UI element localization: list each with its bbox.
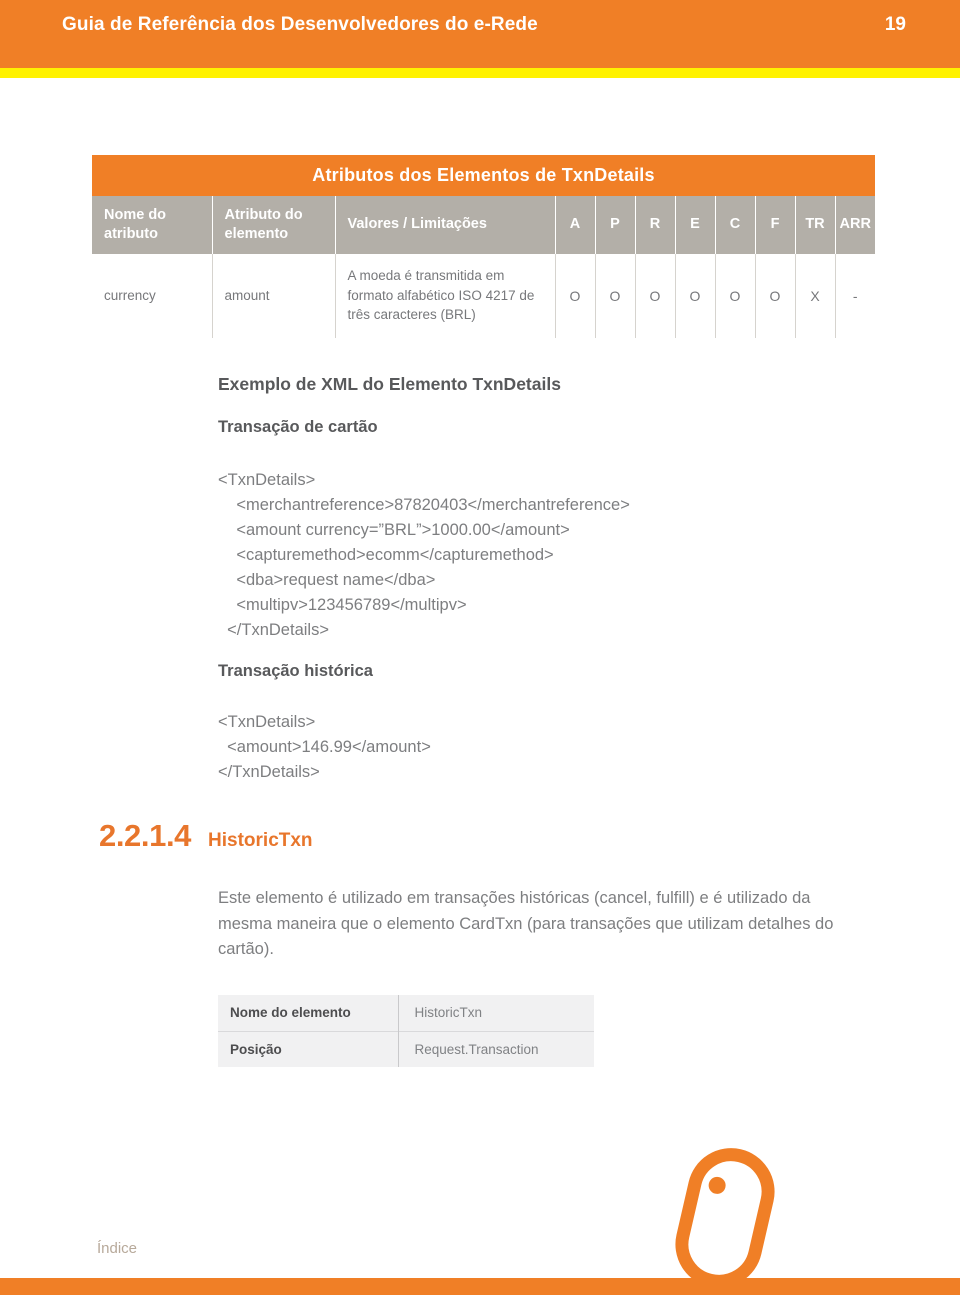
- footer-accent-bar: [0, 1278, 960, 1295]
- cell-tr: X: [795, 253, 836, 338]
- cell-c: O: [715, 253, 756, 338]
- cell-f: O: [755, 253, 796, 338]
- cell-e: O: [675, 253, 716, 338]
- column-header-nome-do-atributo: Nome do atributo: [92, 196, 213, 254]
- section-paragraph: Este elemento é utilizado em transações …: [218, 889, 834, 959]
- page-title: Guia de Referência dos Desenvolvedores d…: [62, 14, 538, 35]
- element-info-key-posicao: Posição: [218, 1031, 399, 1067]
- historic-transaction-code-block: <TxnDetails> <amount>146.99</amount> </T…: [218, 713, 431, 782]
- page-header: Guia de Referência dos Desenvolvedores d…: [0, 0, 960, 68]
- column-header-f: F: [755, 196, 796, 254]
- column-header-valores-limitacoes: Valores / Limitações: [335, 196, 556, 254]
- cell-a: O: [555, 253, 596, 338]
- column-header-atributo-do-elemento: Atributo do elemento: [212, 196, 336, 254]
- column-header-p: P: [595, 196, 636, 254]
- card-transaction-code-block: <TxnDetails> <merchantreference>87820403…: [218, 471, 630, 640]
- cell-atributo-do-elemento: amount: [212, 253, 336, 338]
- attributes-table-grid: Nome do atributo Atributo do elemento Va…: [92, 196, 875, 338]
- cell-p: O: [595, 253, 636, 338]
- cell-arr: -: [852, 287, 858, 304]
- cell-nome-do-atributo: currency: [92, 253, 213, 338]
- attributes-table: Atributos dos Elementos de TxnDetails No…: [92, 155, 875, 338]
- section-name: HistoricTxn: [208, 830, 313, 851]
- erede-mouse-logo: [675, 1148, 775, 1288]
- table-header-row: Nome do atributo Atributo do elemento Va…: [92, 196, 875, 254]
- cell-r: O: [635, 253, 676, 338]
- column-header-arr: ARR: [835, 196, 875, 254]
- column-header-c: C: [715, 196, 756, 254]
- column-header-a: A: [555, 196, 596, 254]
- element-info-value-nome-do-elemento: HistoricTxn: [414, 1005, 483, 1021]
- column-header-r: R: [635, 196, 676, 254]
- table-row: Posição Request.Transaction: [218, 1031, 594, 1067]
- page-number: 19: [884, 14, 906, 35]
- cell-valores-limitacoes: A moeda é transmitida em formato alfabét…: [335, 253, 556, 338]
- column-header-tr: TR: [795, 196, 836, 254]
- column-header-e: E: [675, 196, 716, 254]
- element-info-table: Nome do elemento HistoricTxn Posição Req…: [218, 995, 594, 1067]
- section-number: 2.2.1.4: [99, 818, 192, 853]
- attributes-table-caption: Atributos dos Elementos de TxnDetails: [92, 155, 875, 196]
- header-accent-rule: [0, 68, 960, 78]
- section-heading: 2.2.1.4 HistoricTxn: [99, 818, 313, 854]
- historic-transaction-subheading: Transação histórica: [218, 662, 373, 680]
- element-info-value-posicao: Request.Transaction: [414, 1041, 539, 1057]
- element-info-key-nome-do-elemento: Nome do elemento: [218, 995, 399, 1031]
- example-heading: Exemplo de XML do Elemento TxnDetails: [218, 374, 561, 394]
- index-link[interactable]: Índice: [97, 1240, 137, 1257]
- table-row: currency amount A moeda é transmitida em…: [92, 253, 875, 338]
- table-row: Nome do elemento HistoricTxn: [218, 995, 594, 1031]
- card-transaction-subheading: Transação de cartão: [218, 418, 378, 436]
